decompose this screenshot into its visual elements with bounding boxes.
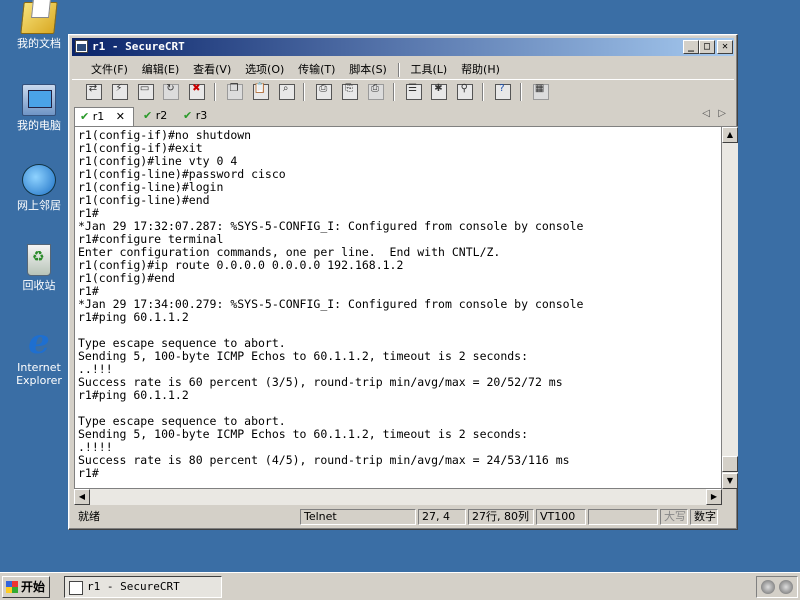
reconnect-icon[interactable]: ↻: [161, 82, 180, 100]
session-tab-bar: ✔ r1 ✕ ✔ r2 ✔ r3 ◁ ▷: [72, 104, 734, 126]
tab-r1[interactable]: ✔ r1 ✕: [74, 107, 134, 126]
desktop-icon-label: 回收站: [22, 279, 56, 292]
menu-separator: [397, 62, 400, 77]
menu-file[interactable]: 文件(F): [86, 58, 133, 80]
internet-explorer-icon: e: [28, 322, 50, 362]
tab-label: r2: [155, 109, 168, 122]
status-caps: 大写: [660, 509, 688, 525]
connected-check-icon: ✔: [143, 109, 153, 122]
toolbar: ⇄ ⚡ ▭ ↻ ✖ ❐ 📋 ⌕ ⎙ ⎘ ⎙ ☰ ✱ ⚲ ? ▦: [72, 79, 734, 103]
desktop-icon-label-line2: Explorer: [16, 374, 62, 387]
securecrt-app-icon: [75, 40, 88, 53]
toolbar-separator: [519, 83, 522, 101]
quick-connect-icon[interactable]: ⚡: [110, 82, 128, 100]
tab-r3[interactable]: ✔ r3: [178, 107, 216, 126]
vertical-scrollbar[interactable]: ▲ ▼: [722, 126, 738, 489]
scroll-thumb[interactable]: [722, 456, 738, 472]
network-globe-icon: [22, 164, 56, 196]
toolbar-separator: [303, 83, 306, 101]
menu-bar: 文件(F) 编辑(E) 查看(V) 选项(O) 传输(T) 脚本(S) 工具(L…: [72, 58, 734, 78]
scroll-right-arrow-icon[interactable]: ▶: [706, 489, 722, 505]
paste-icon[interactable]: 📋: [251, 82, 269, 100]
tab-scroll-left-icon[interactable]: ◁: [702, 108, 710, 119]
desktop-icon-internet-explorer[interactable]: e Internet Explorer: [6, 322, 72, 387]
tab-r2[interactable]: ✔ r2: [138, 107, 176, 126]
global-options-icon[interactable]: ✱: [429, 82, 448, 100]
taskbar-securecrt-button[interactable]: r1 - SecureCRT: [64, 576, 222, 598]
desktop-icon-my-computer[interactable]: 我的电脑: [6, 84, 72, 132]
menu-view[interactable]: 查看(V): [188, 58, 236, 80]
menu-transfer[interactable]: 传输(T): [293, 58, 340, 80]
connect-icon[interactable]: ⇄: [84, 82, 102, 100]
menu-edit[interactable]: 编辑(E): [137, 58, 185, 80]
connected-check-icon: ✔: [183, 109, 193, 122]
print-setup-icon[interactable]: ⎙: [366, 82, 384, 100]
tab-scroll-right-icon[interactable]: ▷: [718, 108, 726, 119]
help-icon[interactable]: ?: [493, 82, 511, 100]
status-size: 27行, 80列: [468, 509, 534, 525]
tray-network-icon[interactable]: [761, 580, 775, 594]
desktop-icon-label: 我的电脑: [17, 119, 61, 132]
scroll-down-arrow-icon[interactable]: ▼: [722, 473, 738, 489]
status-text: 就绪: [78, 510, 100, 523]
connect-in-tab-icon[interactable]: ▭: [136, 82, 154, 100]
copy-icon[interactable]: ❐: [225, 82, 243, 100]
tab-label: r3: [195, 109, 208, 122]
tray-volume-icon[interactable]: [779, 580, 793, 594]
script-icon[interactable]: ▦: [531, 82, 549, 100]
computer-icon: [22, 84, 56, 116]
desktop-icon-label-line1: Internet: [17, 361, 61, 374]
find-icon[interactable]: ⌕: [277, 82, 295, 100]
print-icon[interactable]: ⎙: [314, 82, 333, 100]
menu-help[interactable]: 帮助(H): [456, 58, 505, 80]
status-num: 数字: [690, 509, 718, 525]
connected-check-icon: ✔: [80, 110, 90, 123]
title-bar[interactable]: r1 - SecureCRT _ □ ✕: [72, 38, 734, 56]
start-button[interactable]: 开始: [2, 576, 50, 598]
scroll-left-arrow-icon[interactable]: ◀: [74, 489, 90, 505]
close-button[interactable]: ✕: [717, 40, 733, 54]
session-options-icon[interactable]: ☰: [404, 82, 422, 100]
tab-label: r1: [92, 110, 105, 123]
desktop-icon-recycle-bin[interactable]: 回收站: [6, 244, 72, 292]
window-title: r1 - SecureCRT: [92, 40, 185, 53]
maximize-button[interactable]: □: [699, 40, 715, 54]
toolbar-separator: [482, 83, 485, 101]
folder-documents-icon: [20, 2, 58, 34]
desktop-icon-label: 网上邻居: [17, 199, 61, 212]
print-selection-icon[interactable]: ⎘: [340, 82, 359, 100]
system-tray: [756, 576, 798, 598]
status-protocol: Telnet: [300, 509, 416, 525]
recycle-bin-icon: [27, 244, 51, 276]
taskbar-task-title: r1 - SecureCRT: [87, 580, 180, 593]
status-cursor: 27, 4: [418, 509, 466, 525]
terminal-output[interactable]: r1(config-if)#no shutdown r1(config-if)#…: [74, 126, 722, 489]
status-bar: 就绪 Telnet 27, 4 27行, 80列 VT100 大写 数字: [72, 508, 734, 526]
terminal-text: r1(config-if)#no shutdown r1(config-if)#…: [78, 128, 584, 480]
taskbar: 开始 r1 - SecureCRT: [0, 572, 800, 600]
securecrt-window: r1 - SecureCRT _ □ ✕ 文件(F) 编辑(E) 查看(V) 选…: [68, 34, 738, 530]
start-label: 开始: [21, 580, 46, 594]
menu-script[interactable]: 脚本(S): [344, 58, 392, 80]
menu-options[interactable]: 选项(O): [240, 58, 289, 80]
minimize-button[interactable]: _: [683, 40, 699, 54]
status-empty: [588, 509, 658, 525]
desktop-icon-label: 我的文档: [17, 37, 61, 50]
toolbar-separator: [214, 83, 217, 101]
horizontal-scrollbar[interactable]: ◀ ▶: [74, 489, 722, 505]
desktop-icon-my-documents[interactable]: 我的文档: [6, 2, 72, 50]
desktop-icon-network[interactable]: 网上邻居: [6, 164, 72, 212]
toolbar-separator: [392, 83, 395, 101]
disconnect-icon[interactable]: ✖: [187, 82, 206, 100]
keymap-icon[interactable]: ⚲: [455, 82, 474, 100]
status-emulation: VT100: [536, 509, 586, 525]
scroll-up-arrow-icon[interactable]: ▲: [722, 127, 738, 143]
menu-tools[interactable]: 工具(L): [406, 58, 453, 80]
tab-close-icon[interactable]: ✕: [116, 110, 125, 123]
